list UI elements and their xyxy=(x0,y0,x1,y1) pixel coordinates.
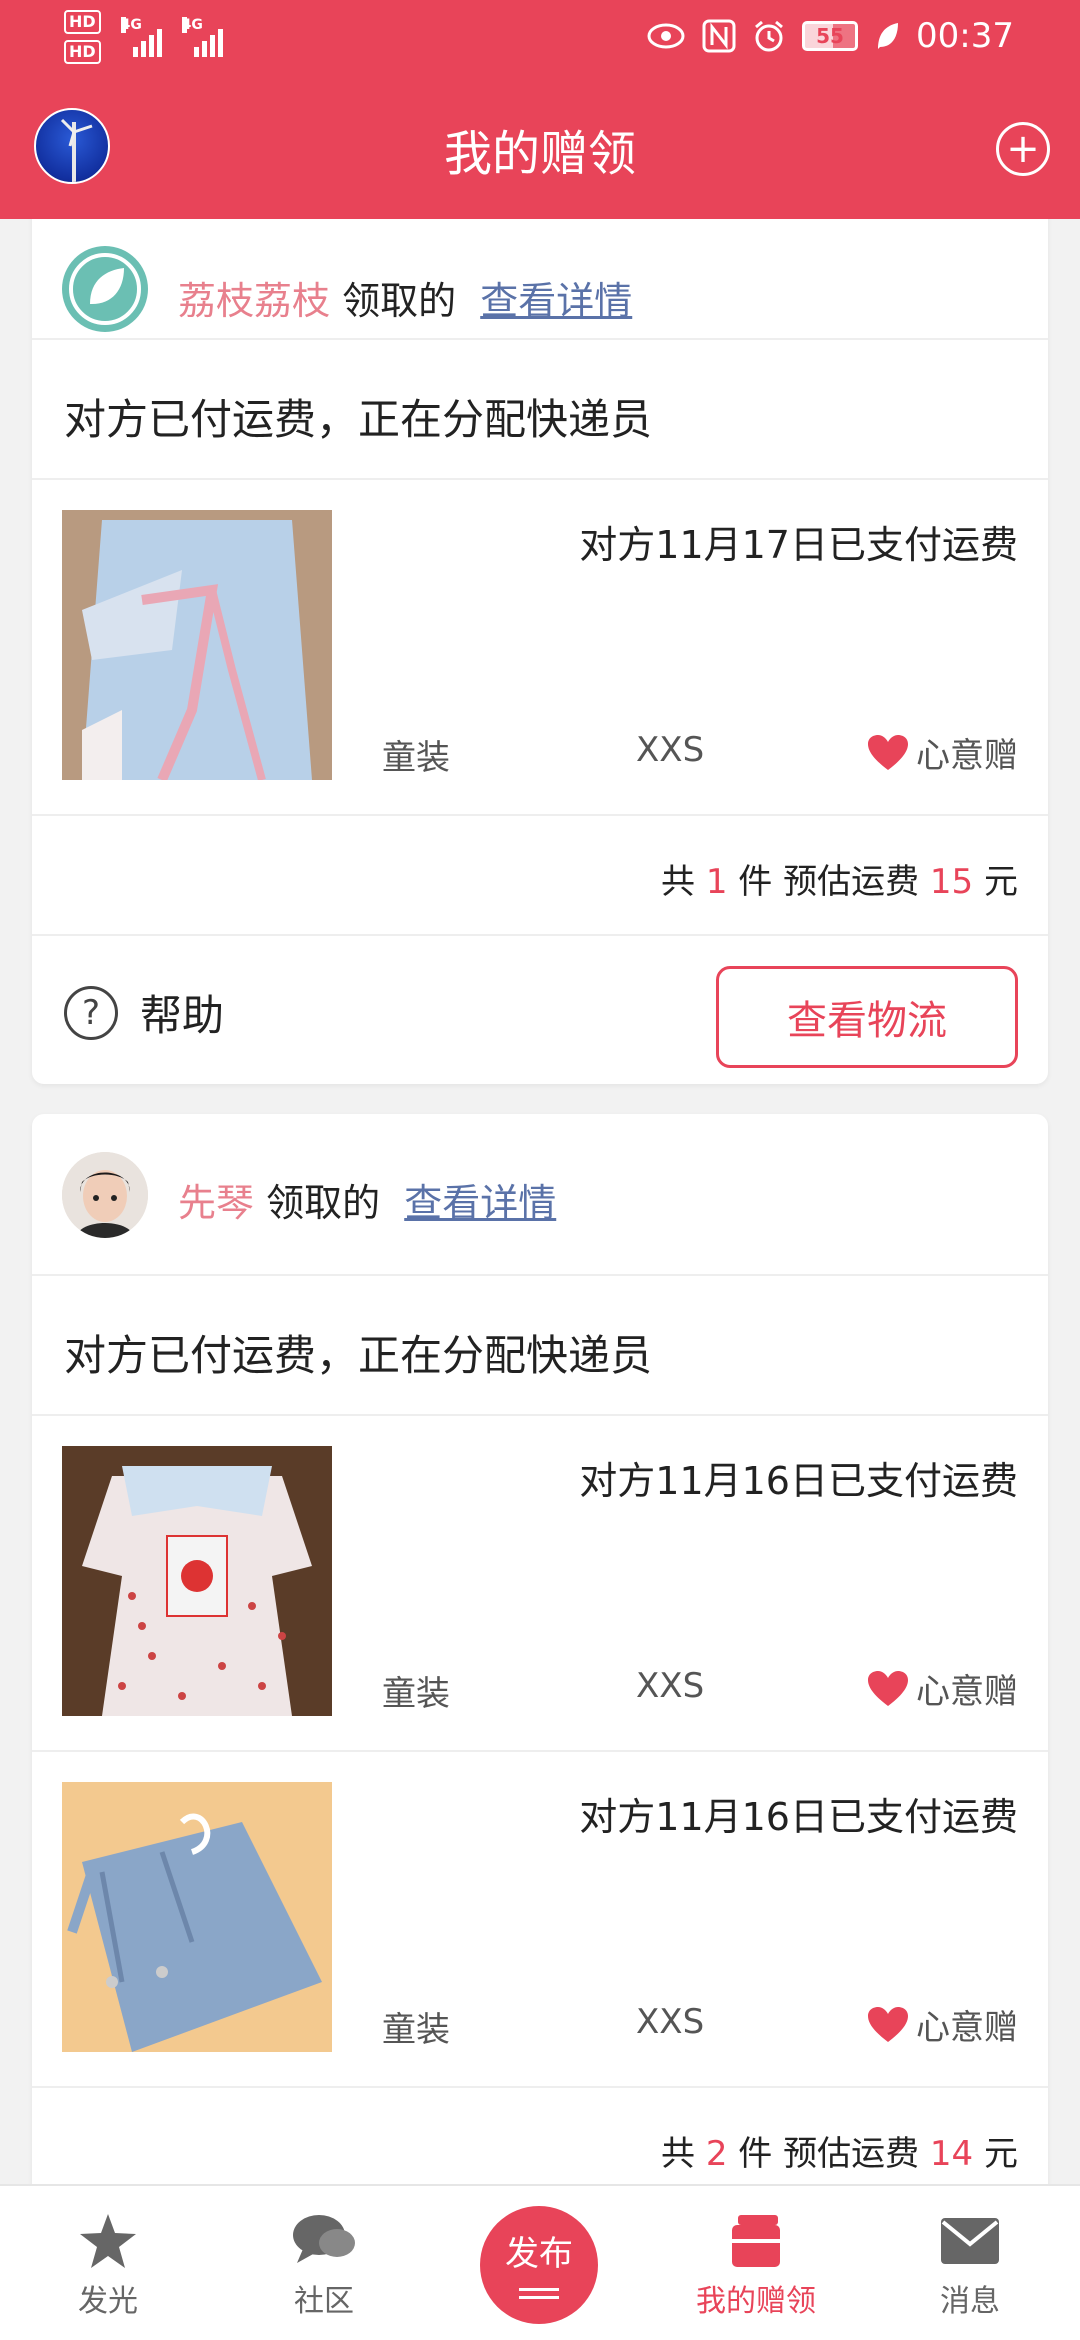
eye-icon xyxy=(647,23,685,49)
view-details-link[interactable]: 查看详情 xyxy=(480,279,632,323)
hd-indicators: HD HD xyxy=(64,10,101,64)
signal-icon: 4G xyxy=(120,17,162,57)
nfc-icon xyxy=(702,19,736,53)
action-text: 领取的 xyxy=(342,279,457,323)
item-row[interactable]: 对方11月16日已支付运费 童装 XXS 心意赠 xyxy=(32,1752,1048,2088)
status-row: 对方已付运费，正在分配快递员 xyxy=(32,1276,1048,1416)
nav-item-community[interactable]: 社区 xyxy=(244,2206,404,2320)
gift-tag: 心意赠 xyxy=(866,728,1018,777)
bottom-nav: 发光 社区 发布 我的赠领 消息 xyxy=(0,2184,1080,2340)
hd-badge: HD xyxy=(64,40,101,64)
status-left: HD HD 4G 4G xyxy=(64,10,223,64)
add-button[interactable]: + xyxy=(996,122,1050,176)
clock: 00:37 xyxy=(916,16,1014,56)
item-image[interactable] xyxy=(62,510,332,780)
battery-icon: 55 xyxy=(802,21,859,51)
action-text: 领取的 xyxy=(266,1181,381,1225)
order-status: 对方已付运费，正在分配快递员 xyxy=(64,395,653,444)
giver-avatar[interactable] xyxy=(62,246,148,332)
publish-label: 发布 xyxy=(505,2234,573,2274)
item-image[interactable] xyxy=(62,1782,332,2052)
action-row: ? 帮助 查看物流 xyxy=(32,936,1048,1084)
alarm-icon xyxy=(755,20,783,52)
item-row[interactable]: 对方11月16日已支付运费 童装 XXS 心意赠 xyxy=(32,1416,1048,1752)
status-right: 55 00:37 xyxy=(646,16,1014,56)
giver-name[interactable]: 先琴 xyxy=(178,1181,254,1225)
item-size: XXS xyxy=(636,1666,705,1706)
summary-row: 共 1 件 预估运费 15 元 xyxy=(32,816,1048,936)
hd-badge: HD xyxy=(64,10,101,34)
leaf-icon xyxy=(878,23,899,49)
item-category: 童装 xyxy=(382,738,450,778)
chat-bubbles-icon xyxy=(293,2215,355,2263)
envelope-icon xyxy=(941,2218,999,2264)
nav-item-glow[interactable]: 发光 xyxy=(28,2206,188,2320)
title-row: 我的赠领 + xyxy=(0,100,1080,200)
publish-icon xyxy=(519,2283,559,2304)
nav-item-my-gifts[interactable]: 我的赠领 xyxy=(676,2206,836,2320)
star-icon xyxy=(80,2214,136,2268)
payment-note: 对方11月17日已支付运费 xyxy=(579,523,1018,567)
view-logistics-button[interactable]: 查看物流 xyxy=(716,966,1018,1068)
order-card: 先琴 领取的 查看详情 对方已付运费，正在分配快递员 对方11月16日已支付运费 xyxy=(32,1114,1048,2208)
giver-text: 荔枝荔枝 领取的 查看详情 xyxy=(178,270,632,325)
item-count: 1 xyxy=(705,862,728,902)
shipping-fee: 14 xyxy=(929,2134,974,2174)
giver-avatar[interactable] xyxy=(62,1152,148,1238)
item-category: 童装 xyxy=(382,2010,450,2050)
app-header: HD HD 4G 4G 55 00:37 我的赠领 + xyxy=(0,0,1080,219)
nav-label: 发光 xyxy=(78,2284,138,2319)
page-title: 我的赠领 xyxy=(443,126,636,182)
gift-tag: 心意赠 xyxy=(866,1664,1018,1713)
item-count: 2 xyxy=(705,2134,728,2174)
payment-note: 对方11月16日已支付运费 xyxy=(579,1459,1018,1503)
order-status: 对方已付运费，正在分配快递员 xyxy=(64,1331,653,1380)
nav-item-messages[interactable]: 消息 xyxy=(890,2206,1050,2320)
order-card: 荔枝荔枝 领取的 查看详情 对方已付运费，正在分配快递员 对方11月17日已支付… xyxy=(32,120,1048,1084)
question-icon: ? xyxy=(64,985,118,1040)
heart-icon xyxy=(868,2006,908,2042)
item-category: 童装 xyxy=(382,1674,450,1714)
nav-label: 我的赠领 xyxy=(696,2284,816,2319)
view-details-link[interactable]: 查看详情 xyxy=(404,1181,556,1225)
giver-text: 先琴 领取的 查看详情 xyxy=(178,1172,556,1227)
help-button[interactable]: ? 帮助 xyxy=(64,982,224,1043)
item-row[interactable]: 对方11月17日已支付运费 童装 XXS 心意赠 xyxy=(32,480,1048,816)
heart-icon xyxy=(868,734,908,770)
item-size: XXS xyxy=(636,2002,705,2042)
signal-icon: 4G xyxy=(181,17,223,57)
nav-label: 消息 xyxy=(940,2284,1000,2319)
giver-name[interactable]: 荔枝荔枝 xyxy=(178,279,330,323)
shipping-fee: 15 xyxy=(929,862,974,902)
nav-label: 社区 xyxy=(294,2284,354,2319)
item-image[interactable] xyxy=(62,1446,332,1716)
status-row: 对方已付运费，正在分配快递员 xyxy=(32,340,1048,480)
publish-button[interactable]: 发布 xyxy=(480,2206,598,2324)
gift-box-icon xyxy=(732,2215,780,2267)
giver-row: 先琴 领取的 查看详情 xyxy=(32,1114,1048,1276)
payment-note: 对方11月16日已支付运费 xyxy=(579,1795,1018,1839)
order-summary: 共 2 件 预估运费 14 元 xyxy=(661,2134,1018,2174)
heart-icon xyxy=(868,1670,908,1706)
item-size: XXS xyxy=(636,730,705,770)
status-bar: HD HD 4G 4G 55 00:37 xyxy=(0,0,1080,80)
gift-tag: 心意赠 xyxy=(866,2000,1018,2049)
order-summary: 共 1 件 预估运费 15 元 xyxy=(661,862,1018,902)
help-label: 帮助 xyxy=(140,991,225,1040)
